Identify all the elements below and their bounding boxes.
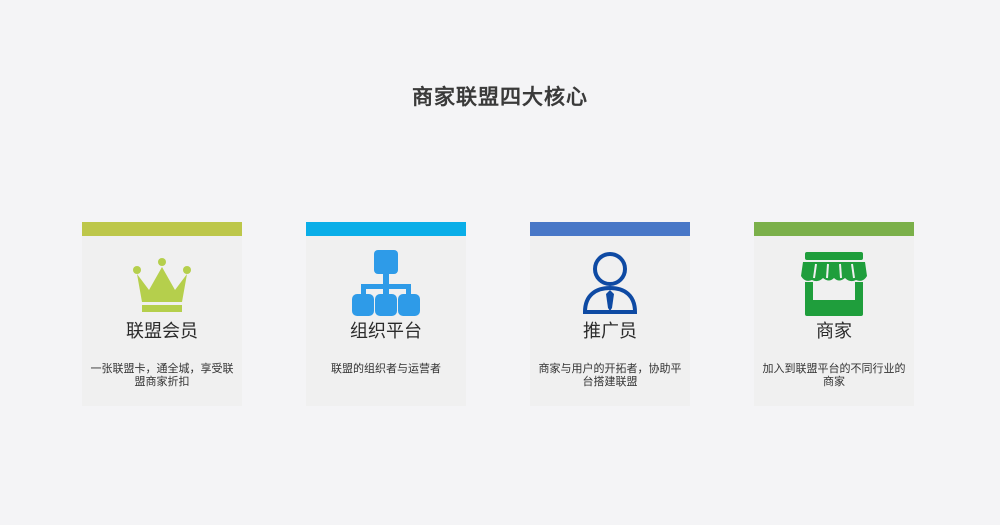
- card-title: 组织平台: [350, 321, 422, 342]
- crown-icon: [127, 250, 197, 320]
- card-description: 一张联盟卡，通全城，享受联盟商家折扣: [90, 362, 234, 388]
- card-title: 推广员: [583, 321, 637, 342]
- core-cards: 联盟会员 一张联盟卡，通全城，享受联盟商家折扣 组织平台 联盟的组织者与运营者 …: [82, 222, 914, 406]
- card-platform: 组织平台 联盟的组织者与运营者: [306, 222, 466, 406]
- card-title: 联盟会员: [126, 321, 198, 342]
- section-title: 商家联盟四大核心: [412, 85, 588, 109]
- card-description: 加入到联盟平台的不同行业的商家: [762, 362, 906, 388]
- card-accent-bar: [530, 222, 690, 236]
- card-description: 商家与用户的开拓者，协助平台搭建联盟: [538, 362, 682, 388]
- card-members: 联盟会员 一张联盟卡，通全城，享受联盟商家折扣: [82, 222, 242, 406]
- card-promoters: 推广员 商家与用户的开拓者，协助平台搭建联盟: [530, 222, 690, 406]
- store-icon: [799, 250, 869, 320]
- card-accent-bar: [82, 222, 242, 236]
- org-chart-icon: [351, 250, 421, 320]
- card-accent-bar: [754, 222, 914, 236]
- card-accent-bar: [306, 222, 466, 236]
- card-merchants: 商家 加入到联盟平台的不同行业的商家: [754, 222, 914, 406]
- card-title: 商家: [816, 321, 852, 342]
- user-icon: [575, 250, 645, 320]
- card-description: 联盟的组织者与运营者: [331, 362, 441, 375]
